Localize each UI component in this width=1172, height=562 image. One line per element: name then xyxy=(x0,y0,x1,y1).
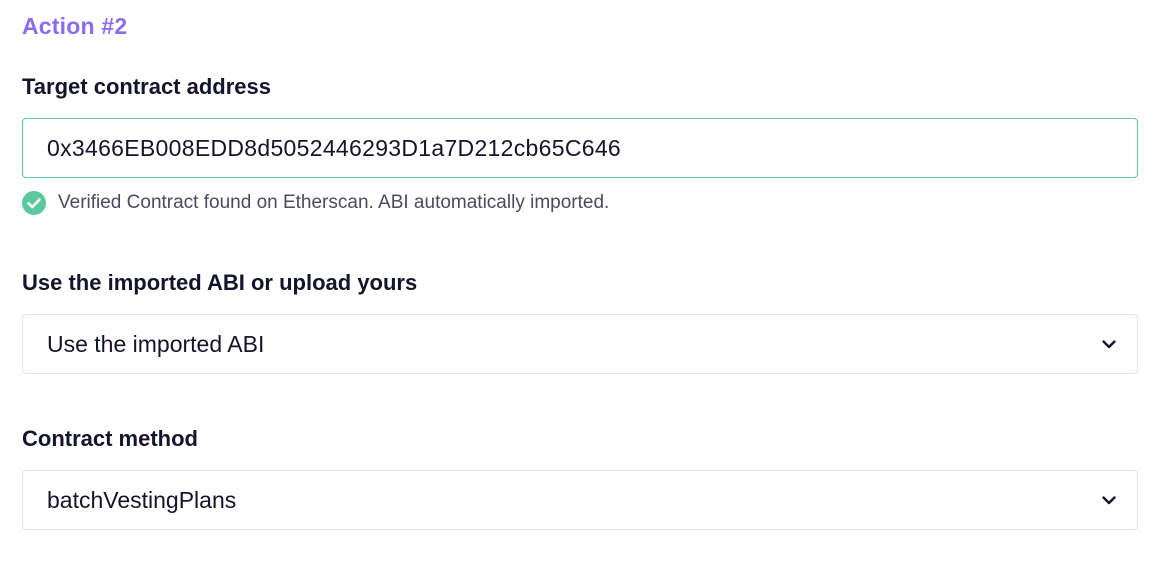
target-address-label: Target contract address xyxy=(22,74,272,99)
target-address-input[interactable] xyxy=(47,134,1117,162)
abi-choice-value: Use the imported ABI xyxy=(47,330,265,357)
action-form: Action #2 Target contract address Verifi… xyxy=(0,0,1172,562)
target-address-field[interactable] xyxy=(22,118,1138,178)
chevron-down-icon xyxy=(1101,336,1117,352)
contract-method-label: Contract method xyxy=(22,426,198,451)
check-circle-icon xyxy=(22,191,46,215)
chevron-down-icon xyxy=(1101,492,1117,508)
contract-method-select[interactable]: batchVestingPlans xyxy=(22,470,1138,530)
abi-choice-select[interactable]: Use the imported ABI xyxy=(22,314,1138,374)
abi-choice-label: Use the imported ABI or upload yours xyxy=(22,270,418,295)
action-title: Action #2 xyxy=(22,13,128,39)
contract-method-value: batchVestingPlans xyxy=(47,486,237,513)
verification-status-text: Verified Contract found on Etherscan. AB… xyxy=(58,192,610,213)
verification-status: Verified Contract found on Etherscan. AB… xyxy=(22,191,609,215)
